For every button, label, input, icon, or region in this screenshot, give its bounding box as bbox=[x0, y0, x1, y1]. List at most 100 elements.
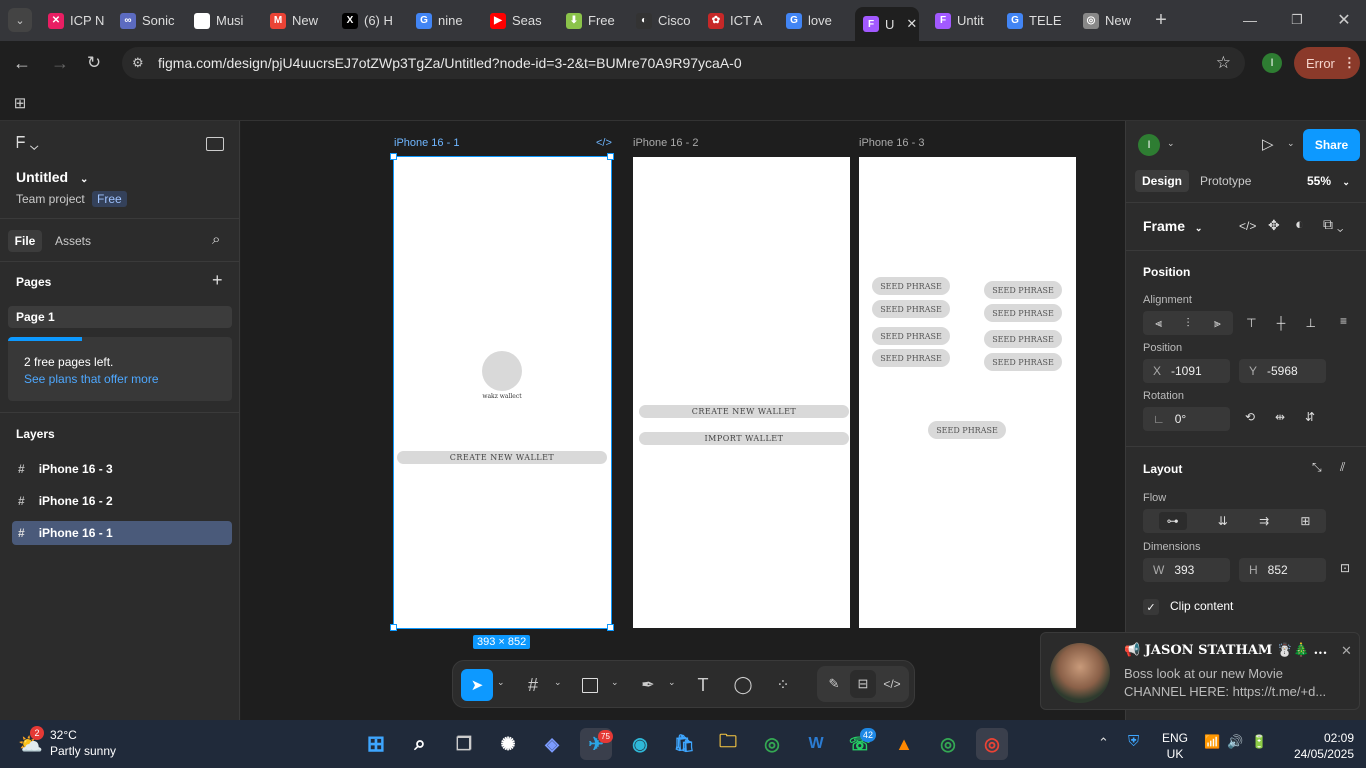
x-position-field[interactable]: X -1091 bbox=[1143, 359, 1230, 383]
wifi-icon[interactable]: 📶 bbox=[1204, 734, 1220, 750]
layer-item-1[interactable]: # iPhone 16 - 1 bbox=[12, 521, 232, 545]
constrain-proportions-icon[interactable]: ⊡ bbox=[1340, 561, 1350, 575]
defender-icon[interactable]: ⛨ bbox=[1128, 733, 1139, 750]
distribute-icon[interactable]: ≡ bbox=[1340, 314, 1347, 328]
width-field[interactable]: W 393 bbox=[1143, 558, 1230, 582]
frame-title[interactable]: iPhone 16 - 3 bbox=[859, 137, 924, 149]
align-bottom-icon[interactable]: ⊥ bbox=[1305, 316, 1315, 330]
seed-phrase-chip[interactable]: SEED PHRASE bbox=[872, 300, 950, 318]
resize-handle[interactable] bbox=[607, 624, 614, 631]
seed-phrase-chip[interactable]: SEED PHRASE bbox=[984, 304, 1062, 322]
seed-phrase-chip[interactable]: SEED PHRASE bbox=[984, 353, 1062, 371]
browser-tab[interactable]: X (6) H bbox=[334, 7, 402, 34]
browser-tab[interactable]: Glove bbox=[778, 7, 848, 34]
chevron-down-icon[interactable]: ⌄ bbox=[1167, 138, 1175, 149]
browser-tab[interactable]: W Musi bbox=[186, 7, 256, 34]
chrome-profile-icon[interactable]: ◎ bbox=[932, 728, 964, 760]
battery-icon[interactable]: 🔋 bbox=[1251, 734, 1267, 750]
chrome-active-icon[interactable]: ◎ bbox=[976, 728, 1008, 760]
browser-tab[interactable]: M New bbox=[262, 7, 328, 34]
component-icon[interactable]: ✥ bbox=[1268, 217, 1280, 234]
close-tab-icon[interactable]: ✕ bbox=[906, 16, 917, 32]
align-right-icon[interactable]: ⫸ bbox=[1214, 316, 1221, 331]
plan-badge[interactable]: Free bbox=[92, 191, 127, 207]
vertical-flow-icon[interactable]: ⇊ bbox=[1218, 514, 1228, 528]
present-icon[interactable]: ▷ bbox=[1262, 135, 1274, 153]
chevron-down-icon[interactable]: ⌄ bbox=[554, 677, 562, 688]
profile-avatar[interactable]: I bbox=[1262, 53, 1282, 73]
task-view-icon[interactable]: ❐ bbox=[448, 728, 480, 760]
toggle-sidebar-icon[interactable] bbox=[206, 137, 224, 151]
code-icon[interactable]: </> bbox=[596, 137, 612, 149]
browser-tab[interactable]: F U ✕ bbox=[855, 7, 919, 41]
frame-tool-icon[interactable]: # bbox=[521, 669, 545, 701]
draw-mode-icon[interactable]: ✎ bbox=[821, 670, 847, 698]
seed-phrase-chip[interactable]: SEED PHRASE bbox=[872, 327, 950, 345]
resize-handle[interactable] bbox=[390, 153, 397, 160]
search-icon[interactable]: ⌕ bbox=[404, 728, 436, 760]
restore-button[interactable]: ❐ bbox=[1283, 8, 1311, 32]
browser-tab[interactable]: ✿ ICT A bbox=[700, 7, 772, 34]
seed-phrase-chip[interactable]: SEED PHRASE bbox=[984, 281, 1062, 299]
error-button[interactable]: Error ⋮ bbox=[1294, 47, 1360, 79]
move-tool-icon[interactable]: ➤ bbox=[461, 669, 493, 701]
back-icon[interactable]: ← bbox=[10, 51, 34, 75]
clip-content-checkbox[interactable]: ✓ bbox=[1143, 599, 1159, 615]
minimize-button[interactable]: — bbox=[1236, 8, 1264, 32]
clock[interactable]: 02:09 24/05/2025 bbox=[1282, 730, 1354, 762]
page-item-1[interactable]: Page 1 bbox=[8, 306, 232, 328]
rotation-field[interactable]: ∟ 0° bbox=[1143, 407, 1230, 431]
rotate-icon[interactable]: ⟲ bbox=[1245, 410, 1255, 424]
tab-assets[interactable]: Assets bbox=[55, 234, 91, 248]
flip-vertical-icon[interactable]: ⇵ bbox=[1305, 410, 1315, 424]
align-center-icon[interactable]: ⫶ bbox=[1186, 316, 1189, 331]
boolean-icon[interactable]: ⧉ ⌄ bbox=[1323, 216, 1344, 233]
chevron-down-icon[interactable]: ⌄ bbox=[497, 677, 505, 688]
browser-tab[interactable]: G TELE bbox=[999, 7, 1069, 34]
file-explorer-icon[interactable]: 🗀 bbox=[712, 728, 744, 760]
import-wallet-button[interactable]: IMPORT WALLET bbox=[639, 432, 849, 445]
frame-title[interactable]: iPhone 16 - 2 bbox=[633, 137, 698, 149]
file-title[interactable]: Untitled ⌄ bbox=[16, 169, 88, 185]
flip-horizontal-icon[interactable]: ⇹ bbox=[1275, 410, 1285, 424]
volume-icon[interactable]: 🔊 bbox=[1227, 734, 1243, 750]
rectangle-tool-icon[interactable] bbox=[582, 678, 598, 693]
apps-grid-icon[interactable]: ⊞ bbox=[10, 93, 30, 113]
text-tool-icon[interactable]: T bbox=[691, 669, 715, 701]
browser-tab[interactable]: F Untit bbox=[927, 7, 993, 34]
close-icon[interactable]: ✕ bbox=[1341, 643, 1352, 659]
align-left-icon[interactable]: ⫷ bbox=[1155, 316, 1162, 331]
dev-mode-icon[interactable]: </> bbox=[879, 670, 905, 698]
site-info-icon[interactable]: ⚙ bbox=[132, 55, 144, 71]
seed-phrase-chip[interactable]: SEED PHRASE bbox=[928, 421, 1006, 439]
browser-tab[interactable]: ⬇ Free bbox=[558, 7, 622, 34]
align-top-icon[interactable]: ⊤ bbox=[1246, 316, 1256, 330]
share-button[interactable]: Share bbox=[1303, 129, 1360, 161]
browser-tab[interactable]: ◎ New bbox=[1075, 7, 1141, 34]
resize-handle[interactable] bbox=[607, 153, 614, 160]
pen-tool-icon[interactable]: ✒ bbox=[636, 669, 660, 701]
zoom-control[interactable]: 55% ⌄ bbox=[1307, 174, 1350, 188]
tab-prototype[interactable]: Prototype bbox=[1200, 174, 1251, 188]
chrome-icon[interactable]: ◎ bbox=[756, 728, 788, 760]
close-window-button[interactable]: ✕ bbox=[1330, 8, 1358, 32]
reload-icon[interactable]: ↻ bbox=[82, 51, 106, 75]
iphone-frame-3[interactable]: SEED PHRASE SEED PHRASE SEED PHRASE SEED… bbox=[859, 157, 1076, 628]
chevron-down-icon[interactable]: ⌄ bbox=[668, 677, 676, 688]
frame-title[interactable]: iPhone 16 - 1 bbox=[394, 137, 459, 149]
actions-tool-icon[interactable]: ⁘ bbox=[771, 669, 795, 701]
browser-tab[interactable]: ∞ Sonic bbox=[112, 7, 180, 34]
seed-phrase-chip[interactable]: SEED PHRASE bbox=[872, 277, 950, 295]
search-icon[interactable]: ⌕ bbox=[212, 231, 220, 248]
tab-file[interactable]: File bbox=[8, 230, 42, 252]
design-mode-icon[interactable]: ⊟ bbox=[850, 670, 876, 698]
browser-tab[interactable]: ▶ Seas bbox=[482, 7, 552, 34]
see-plans-link[interactable]: See plans that offer more bbox=[8, 369, 232, 386]
iphone-frame-2[interactable]: CREATE NEW WALLET IMPORT WALLET bbox=[633, 157, 850, 628]
edge-icon[interactable]: ◉ bbox=[624, 728, 656, 760]
browser-tab[interactable]: ✕ ICP N bbox=[40, 7, 106, 34]
start-icon[interactable]: ⊞ bbox=[360, 728, 392, 760]
seed-phrase-chip[interactable]: SEED PHRASE bbox=[984, 330, 1062, 348]
y-position-field[interactable]: Y -5968 bbox=[1239, 359, 1326, 383]
layer-item-3[interactable]: # iPhone 16 - 3 bbox=[12, 458, 232, 480]
